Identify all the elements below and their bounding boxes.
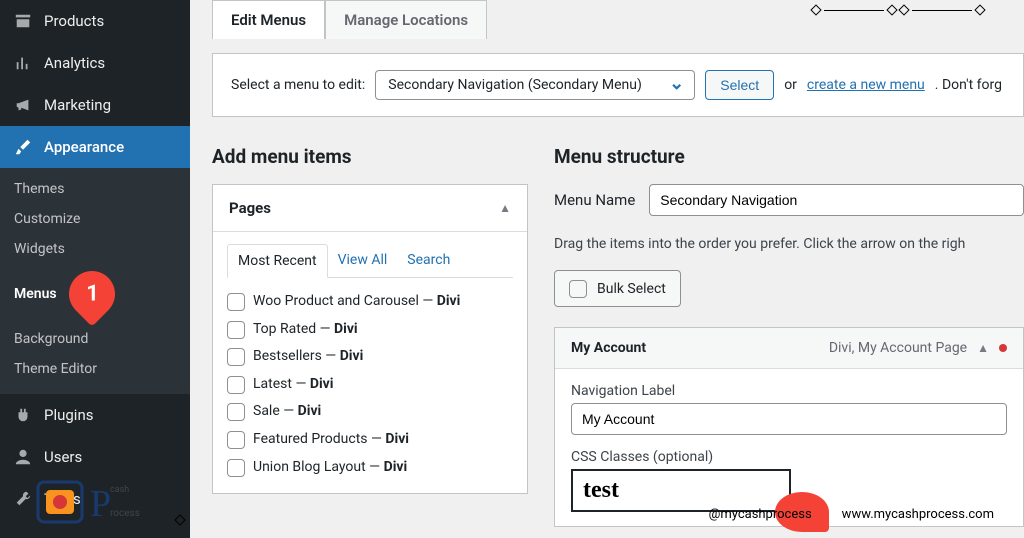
menu-structure-column: Menu structure Menu Name Drag the items … [554,145,1024,527]
list-item[interactable]: Latest — Divi [227,371,507,399]
tail-text: . Don't forg [935,77,1002,93]
menu-name-label: Menu Name [554,191,635,209]
archive-icon [12,10,34,32]
bulk-label: Bulk Select [597,281,666,297]
menu-dropdown[interactable]: Secondary Navigation (Secondary Menu) [375,70,695,100]
svg-text:rocess: rocess [110,508,140,519]
chart-bar-icon [12,52,34,74]
sidebar-label: Appearance [44,138,124,156]
sidebar-item-marketing[interactable]: Marketing [0,84,190,126]
status-dot-icon [999,344,1007,352]
menu-item-meta: Divi, My Account Page [829,340,967,356]
tab-edit-menus[interactable]: Edit Menus [212,0,325,39]
nav-label-label: Navigation Label [571,383,1007,399]
submenu-item-menus[interactable]: Menus 1 [0,264,190,324]
svg-text:cash: cash [110,485,129,495]
checkbox[interactable] [227,321,245,339]
checkbox[interactable] [227,293,245,311]
select-menu-label: Select a menu to edit: [231,77,365,93]
watermark-text: @mycashprocess www.mycashprocess.com [709,507,994,522]
brush-icon [12,136,34,158]
dropdown-value: Secondary Navigation (Secondary Menu) [388,77,642,93]
add-items-heading: Add menu items [212,145,528,168]
tab-search[interactable]: Search [397,244,460,277]
checkbox[interactable] [227,376,245,394]
watermark-handle: @mycashprocess [709,507,812,522]
sidebar-label: Users [44,448,82,466]
wrench-icon [12,488,34,510]
list-item[interactable]: Featured Products — Divi [227,426,507,454]
pages-filter-tabs: Most Recent View All Search [227,244,513,278]
create-menu-link[interactable]: create a new menu [807,77,925,93]
submenu-label: Menus [14,286,57,302]
list-item[interactable]: Woo Product and Carousel — Divi [227,288,507,316]
submenu-item-widgets[interactable]: Widgets [0,234,190,264]
sidebar-item-plugins[interactable]: Plugins [0,394,190,436]
list-item[interactable]: Sale — Divi [227,398,507,426]
add-menu-items-column: Add menu items Pages ▲ Most Recent View … [212,145,528,527]
submenu-item-customize[interactable]: Customize [0,204,190,234]
pages-accordion: Pages ▲ Most Recent View All Search Woo … [212,184,528,494]
submenu-item-background[interactable]: Background [0,324,190,354]
admin-sidebar: Products Analytics Marketing Appearance … [0,0,190,538]
menu-item-header[interactable]: My Account Divi, My Account Page ▲ [555,328,1023,369]
user-icon [12,446,34,468]
list-item[interactable]: Union Blog Layout — Divi [227,454,507,482]
submenu-item-themes[interactable]: Themes [0,174,190,204]
annotation-marker-1: 1 [59,261,124,326]
nav-label-input[interactable] [571,403,1007,435]
css-classes-label: CSS Classes (optional) [571,449,1007,465]
checkbox[interactable] [569,280,587,298]
sidebar-label: Plugins [44,406,93,424]
list-item[interactable]: Top Rated — Divi [227,316,507,344]
watermark-url: www.mycashprocess.com [842,507,994,522]
bulk-select-button[interactable]: Bulk Select [554,270,681,307]
checkbox[interactable] [227,403,245,421]
sidebar-item-appearance[interactable]: Appearance [0,126,190,168]
sidebar-label: Analytics [44,54,105,72]
plug-icon [12,404,34,426]
tab-most-recent[interactable]: Most Recent [227,244,328,278]
panel-title: Pages [229,199,271,217]
sidebar-label: Marketing [44,96,111,114]
pages-accordion-header[interactable]: Pages ▲ [213,185,527,232]
submenu-item-theme-editor[interactable]: Theme Editor [0,354,190,384]
list-item[interactable]: Bestsellers — Divi [227,343,507,371]
checkbox[interactable] [227,431,245,449]
checkbox[interactable] [227,459,245,477]
page-list[interactable]: Woo Product and Carousel — Divi Top Rate… [227,288,513,481]
caret-up-icon: ▲ [977,341,989,355]
megaphone-icon [12,94,34,116]
sidebar-item-analytics[interactable]: Analytics [0,42,190,84]
menu-name-input[interactable] [649,184,1024,216]
select-button[interactable]: Select [705,70,774,100]
appearance-submenu: Themes Customize Widgets Menus 1 Backgro… [0,168,190,394]
tab-manage-locations[interactable]: Manage Locations [325,0,487,39]
sidebar-label: Products [44,12,104,30]
sidebar-item-products[interactable]: Products [0,0,190,42]
structure-heading: Menu structure [554,145,1024,168]
or-text: or [784,77,797,93]
main-content: Edit Menus Manage Locations Select a men… [190,0,1024,538]
checkbox[interactable] [227,348,245,366]
svg-text:P: P [90,483,111,525]
menu-select-bar: Select a menu to edit: Secondary Navigat… [212,53,1024,117]
drag-help-text: Drag the items into the order you prefer… [554,236,1024,252]
caret-up-icon: ▲ [499,201,511,215]
menu-item-title: My Account [571,340,646,356]
decorative-divider [812,6,984,14]
css-classes-input[interactable] [571,469,791,512]
tab-view-all[interactable]: View All [328,244,398,277]
watermark-logo: P cash rocess [32,470,152,530]
